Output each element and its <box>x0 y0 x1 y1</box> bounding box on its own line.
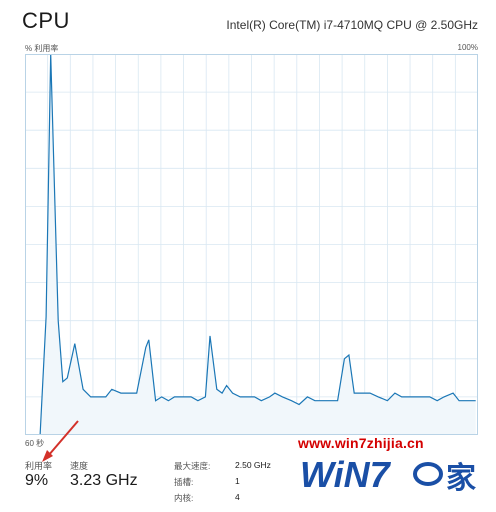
cores-value: 4 <box>235 492 240 502</box>
speed-value: 3.23 GHz <box>70 472 138 489</box>
cores-label: 内核: <box>174 493 194 503</box>
win7-logo-icon: WiN7 家 <box>300 454 476 496</box>
annotation-arrow-icon <box>42 420 79 462</box>
logo-suffix: 家 <box>446 461 476 496</box>
cpu-model-name: Intel(R) Core(TM) i7-4710MQ CPU @ 2.50GH… <box>226 18 478 32</box>
utilization-value: 9% <box>25 472 49 489</box>
sockets-label: 插槽: <box>174 477 194 487</box>
cpu-performance-panel: CPU Intel(R) Core(TM) i7-4710MQ CPU @ 2.… <box>0 0 496 512</box>
sockets-value: 1 <box>235 476 240 486</box>
watermark-url: www.win7zhijia.cn <box>298 435 424 451</box>
chart-grid <box>25 54 478 435</box>
max-speed-value: 2.50 GHz <box>235 460 271 470</box>
max-speed-label: 最大速度: <box>174 461 211 471</box>
logo-text: WiN7 <box>300 454 392 495</box>
y-axis-label: % 利用率 <box>25 44 59 53</box>
y-axis-max-label: 100% <box>457 43 478 52</box>
cpu-usage-chart <box>25 54 478 435</box>
page-title: CPU <box>22 8 70 33</box>
